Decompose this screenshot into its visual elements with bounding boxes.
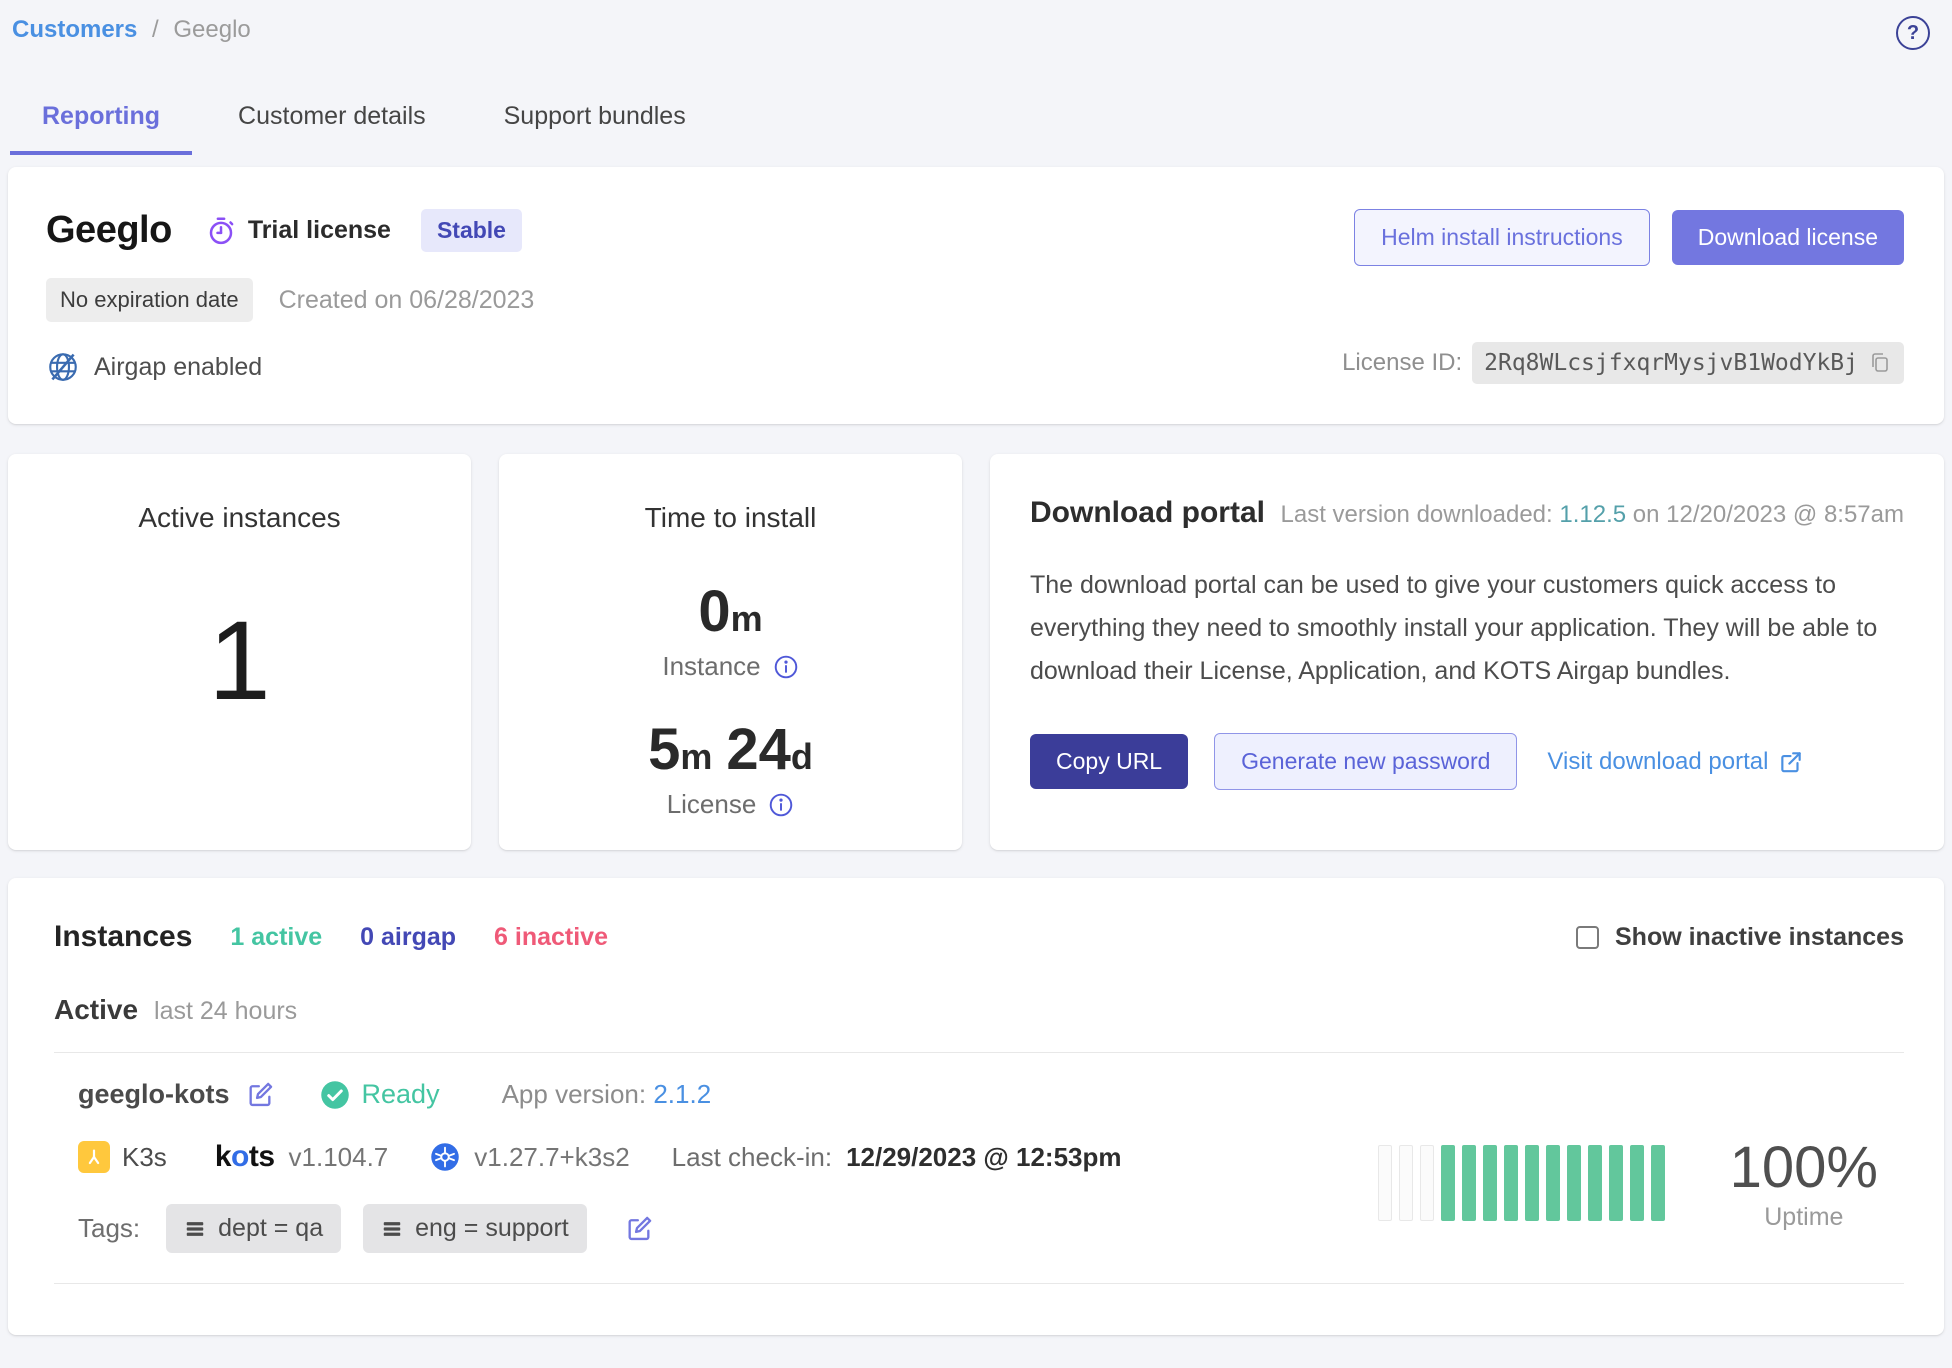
- last-version-downloaded: Last version downloaded: 1.12.5 on 12/20…: [1281, 501, 1905, 529]
- inactive-count: 6 inactive: [494, 923, 608, 952]
- instance-name: geeglo-kots: [78, 1079, 230, 1110]
- tag-badge-eng: eng = support: [363, 1204, 587, 1253]
- uptime-panel: 100% Uptime: [1378, 1113, 1904, 1253]
- instance-details: geeglo-kots: [78, 1079, 1122, 1253]
- download-portal-title: Download portal: [1030, 496, 1265, 530]
- last-version-link[interactable]: 1.12.5: [1559, 501, 1626, 528]
- tab-customer-details[interactable]: Customer details: [206, 88, 458, 155]
- instance-install-label-row: Instance: [519, 651, 942, 682]
- license-install-time: 5m24d: [519, 716, 942, 783]
- license-type: Trial license: [206, 216, 391, 246]
- kots-version: v1.104.7: [289, 1142, 389, 1173]
- instances-title: Instances: [54, 920, 192, 954]
- help-icon[interactable]: ?: [1896, 16, 1930, 50]
- instances-card: Instances 1 active 0 airgap 6 inactive S…: [8, 878, 1944, 1335]
- external-link-icon: [1778, 749, 1804, 775]
- visit-download-portal-link[interactable]: Visit download portal: [1547, 748, 1804, 776]
- airgap-globe-icon: [46, 350, 80, 384]
- uptime-bars: [1378, 1145, 1672, 1221]
- helm-install-instructions-button[interactable]: Helm install instructions: [1354, 209, 1650, 266]
- generate-new-password-button[interactable]: Generate new password: [1214, 733, 1517, 790]
- tag-badge-dept: dept = qa: [166, 1204, 341, 1253]
- tags-label: Tags:: [78, 1213, 140, 1244]
- uptime-label: Uptime: [1730, 1203, 1878, 1232]
- time-to-install-card: Time to install 0m Instance 5m24d Licens: [499, 454, 962, 850]
- customer-overview-card: Geeglo Trial license Stable: [8, 167, 1944, 424]
- license-install-label-row: License: [519, 789, 942, 820]
- airgap-label: Airgap enabled: [94, 353, 262, 382]
- active-instances-value: 1: [28, 596, 451, 725]
- active-instances-card: Active instances 1: [8, 454, 471, 850]
- license-type-label: Trial license: [248, 216, 391, 245]
- stopwatch-icon: [206, 216, 236, 246]
- tag-icon: [381, 1218, 403, 1240]
- instance-status: Ready: [320, 1079, 440, 1110]
- customer-name: Geeglo: [46, 209, 172, 252]
- tab-support-bundles[interactable]: Support bundles: [472, 88, 718, 155]
- top-bar: Customers / Geeglo ?: [8, 12, 1944, 50]
- app-version: App version: 2.1.2: [502, 1079, 712, 1110]
- breadcrumb-customers-link[interactable]: Customers: [12, 16, 137, 43]
- active-section-title: Active: [54, 994, 138, 1026]
- edit-tags-icon[interactable]: [625, 1215, 653, 1243]
- uptime-value: 100%: [1730, 1134, 1878, 1201]
- page: Customers / Geeglo ? Reporting Customer …: [0, 0, 1952, 1335]
- download-license-button[interactable]: Download license: [1672, 210, 1904, 265]
- expiration-badge: No expiration date: [46, 278, 253, 322]
- license-info-icon[interactable]: [768, 792, 794, 818]
- app-version-link[interactable]: 2.1.2: [653, 1079, 711, 1109]
- active-count: 1 active: [230, 923, 322, 952]
- license-id-label: License ID:: [1342, 349, 1462, 377]
- active-instances-title: Active instances: [28, 502, 451, 534]
- tab-bar: Reporting Customer details Support bundl…: [8, 88, 1944, 155]
- time-to-install-title: Time to install: [519, 502, 942, 534]
- show-inactive-checkbox[interactable]: [1576, 926, 1599, 949]
- show-inactive-label: Show inactive instances: [1615, 923, 1904, 952]
- last-checkin-value: 12/29/2023 @ 12:53pm: [846, 1142, 1121, 1173]
- breadcrumb: Customers / Geeglo: [12, 16, 251, 44]
- ready-check-icon: [320, 1080, 350, 1110]
- instance-info-icon[interactable]: [773, 654, 799, 680]
- license-id-value: 2Rq8WLcsjfxqrMysjvB1WodYkBj: [1472, 342, 1904, 384]
- edit-instance-name-icon[interactable]: [246, 1081, 274, 1109]
- channel-badge: Stable: [421, 209, 522, 252]
- breadcrumb-separator: /: [152, 16, 159, 43]
- kubernetes-icon: [430, 1142, 460, 1172]
- last-checkin-label: Last check-in:: [672, 1142, 832, 1173]
- instance-status-label: Ready: [362, 1079, 440, 1110]
- uptime-summary: 100% Uptime: [1730, 1134, 1878, 1232]
- tab-reporting[interactable]: Reporting: [10, 88, 192, 155]
- download-portal-card: Download portal Last version downloaded:…: [990, 454, 1944, 850]
- breadcrumb-current: Geeglo: [173, 16, 250, 43]
- copy-url-button[interactable]: Copy URL: [1030, 734, 1188, 789]
- copy-license-icon[interactable]: [1868, 351, 1892, 375]
- customer-overview-left: Geeglo Trial license Stable: [46, 209, 534, 384]
- k8s-version: v1.27.7+k3s2: [474, 1142, 629, 1173]
- download-portal-description: The download portal can be used to give …: [1030, 564, 1904, 693]
- created-date: Created on 06/28/2023: [279, 286, 535, 315]
- stats-row: Active instances 1 Time to install 0m In…: [8, 454, 1944, 850]
- k3s-icon: [78, 1141, 110, 1173]
- active-section-subtitle: last 24 hours: [154, 997, 297, 1026]
- instance-install-time: 0m: [519, 578, 942, 645]
- instance-row: geeglo-kots: [54, 1052, 1904, 1284]
- distro-label: K3s: [122, 1142, 167, 1173]
- kots-logo: kots: [215, 1140, 275, 1174]
- airgap-count: 0 airgap: [360, 923, 456, 952]
- tag-icon: [184, 1218, 206, 1240]
- show-inactive-toggle[interactable]: Show inactive instances: [1576, 923, 1904, 952]
- customer-overview-right: Helm install instructions Download licen…: [1342, 209, 1904, 384]
